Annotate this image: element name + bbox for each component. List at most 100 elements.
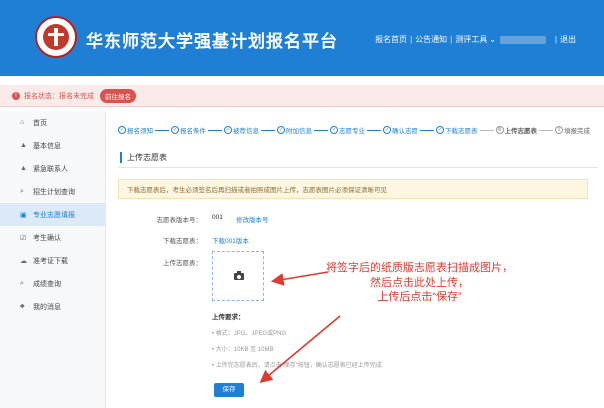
cloud-download-icon: ☁ [20, 257, 27, 265]
sidebar-item-plan-query[interactable]: ⌕ 招生计划查询 [0, 180, 105, 203]
step-conditions[interactable]: ✓ 报名条件 [171, 125, 206, 135]
upload-dropzone[interactable] [212, 251, 264, 301]
save-button[interactable]: 保存 [214, 383, 244, 397]
sidebar-item-label: 招生计划查询 [33, 188, 75, 196]
requirement-size: • 大小：10KB 至 10MB [212, 347, 274, 353]
nav-separator: | [450, 35, 453, 44]
logout-link[interactable]: 退出 [560, 34, 576, 45]
step-connector [479, 129, 494, 131]
sidebar-item-basic-info[interactable]: ▲ 基本信息 [0, 134, 105, 157]
sidebar: ⌂ 首页 ▲ 基本信息 ▲ 紧急联系人 ⌕ 招生计划查询 ▣ 专业志愿填报 ☑ 考生确认 ☁… [0, 111, 106, 408]
sidebar-item-label: 紧急联系人 [33, 165, 68, 173]
sidebar-item-score-query[interactable]: ⌕ 成绩查询 [0, 272, 105, 295]
top-nav: 报名首页 | 公告通知 | 测评工具 ⌄ | 退出 [375, 34, 576, 45]
step-confirm[interactable]: ✓ 确认志愿 [383, 125, 418, 135]
requirement-save-note: • 上传完志愿表后，请点击“保存”按钮，确认志愿表已经上传完成 [212, 363, 382, 369]
chevron-down-icon[interactable]: ⌄ [489, 35, 496, 44]
version-label: 志愿表版本号： [156, 217, 203, 224]
alert-icon: ! [12, 91, 20, 100]
change-version-link[interactable]: 修改版本号 [236, 214, 269, 224]
search-icon: ⌕ [20, 279, 24, 287]
annotation-line: 将签字后的纸质版志愿表扫描成图片， [326, 262, 513, 274]
check-icon: ✓ [436, 126, 444, 134]
download-form-link[interactable]: 下载001版本 [212, 235, 249, 245]
step-connector [314, 129, 328, 131]
nav-separator: | [410, 35, 413, 44]
step-connector [539, 129, 553, 131]
section-title: 上传志愿表 [120, 152, 167, 163]
header-bar: 华东师范大学强基计划报名平台 报名首页 | 公告通知 | 测评工具 ⌄ | 退出 [0, 0, 604, 76]
check-icon: ✓ [277, 126, 285, 134]
user-icon: ▲ [20, 142, 27, 149]
check-icon: ✓ [383, 126, 391, 134]
sidebar-item-label: 专业志愿填报 [33, 211, 75, 219]
step-number-icon: 8 [495, 126, 504, 134]
step-complete[interactable]: 9 填报完成 [555, 125, 590, 135]
divider [118, 167, 598, 168]
step-connector [155, 129, 169, 131]
university-logo [35, 16, 77, 58]
nav-home-link[interactable]: 报名首页 [375, 34, 407, 45]
step-label: 上传志愿表 [504, 128, 538, 135]
sidebar-item-label: 首页 [33, 119, 47, 127]
step-additional-info[interactable]: ✓ 附加信息 [277, 125, 312, 135]
sidebar-item-label: 准考证下载 [33, 257, 68, 265]
search-icon: ⌕ [20, 187, 24, 195]
step-major[interactable]: ✓ 志愿专业 [330, 125, 365, 135]
check-icon: ✓ [330, 126, 338, 134]
annotation-text: 将签字后的纸质版志愿表扫描成图片， 然后点击此处上传， 上传后点击“保存” [326, 261, 513, 305]
form-icon: ▣ [20, 211, 27, 219]
requirement-format: • 格式：JPG、JPEG或PNG [212, 331, 287, 337]
nav-separator: | [554, 35, 557, 44]
version-value: 001 [212, 214, 223, 221]
notice-banner: 下载志愿表后，考生必须签名后再扫描或者拍照成图片上传，志愿表图片必须保证清晰可见 [118, 179, 588, 199]
sidebar-item-label: 基本信息 [33, 142, 61, 150]
sidebar-item-admission-ticket[interactable]: ☁ 准考证下载 [0, 249, 105, 272]
status-bar: ! 报名状态：报名未完成 前往报名 [0, 85, 604, 107]
go-register-button[interactable]: 前往报名 [100, 88, 136, 103]
step-recommended-info[interactable]: ✓ 被荐信息 [224, 125, 259, 135]
step-number-icon: 9 [555, 126, 563, 134]
sidebar-item-messages[interactable]: ♣ 我的消息 [0, 295, 105, 318]
sidebar-item-label: 我的消息 [33, 303, 61, 311]
step-connector [261, 129, 275, 131]
sidebar-item-label: 考生确认 [33, 234, 61, 242]
requirements-title: 上传要求： [212, 314, 245, 321]
step-label: 填报完成 [564, 128, 590, 135]
progress-steps: ✓ 报名须知 ✓ 报名条件 ✓ 被荐信息 ✓ 附加信息 ✓ 志愿专业 ✓ 确认志愿 ✓ 下载志… [118, 125, 598, 135]
step-connector [208, 129, 222, 131]
step-connector [367, 129, 381, 131]
site-title: 华东师范大学强基计划报名平台 [86, 32, 338, 51]
user-icon: ▲ [20, 165, 27, 172]
main-content: ✓ 报名须知 ✓ 报名条件 ✓ 被荐信息 ✓ 附加信息 ✓ 志愿专业 ✓ 确认志愿 ✓ 下载志… [106, 111, 604, 408]
bell-icon: ♣ [20, 303, 25, 310]
step-label: 报名条件 [180, 128, 206, 135]
download-label: 下载志愿表： [163, 238, 202, 245]
sidebar-item-candidate-confirm[interactable]: ☑ 考生确认 [0, 226, 105, 249]
step-label: 被荐信息 [233, 128, 259, 135]
sidebar-item-label: 成绩查询 [33, 280, 61, 288]
sidebar-item-emergency-contact[interactable]: ▲ 紧急联系人 [0, 157, 105, 180]
sidebar-item-home[interactable]: ⌂ 首页 [0, 111, 105, 134]
upload-label: 上传志愿表： [163, 260, 202, 267]
step-label: 确认志愿 [392, 128, 418, 135]
annotation-line: 上传后点击“保存” [377, 291, 462, 303]
check-icon: ✓ [171, 126, 179, 134]
status-text: 报名状态：报名未完成 [24, 92, 94, 100]
nav-notice-link[interactable]: 公告通知 [415, 34, 447, 45]
check-icon: ✓ [118, 126, 126, 134]
step-label: 附加信息 [286, 128, 312, 135]
annotation-line: 然后点击此处上传， [370, 276, 469, 289]
step-notice[interactable]: ✓ 报名须知 [118, 125, 153, 135]
step-download[interactable]: ✓ 下载志愿表 [436, 125, 478, 135]
check-icon: ✓ [224, 126, 232, 134]
step-label: 志愿专业 [339, 128, 365, 135]
step-label: 报名须知 [127, 128, 153, 135]
checkbox-icon: ☑ [20, 234, 27, 242]
user-name-blurred [499, 35, 546, 44]
home-icon: ⌂ [20, 119, 25, 126]
step-upload[interactable]: 8 上传志愿表 [495, 125, 538, 135]
nav-tools-dropdown[interactable]: 测评工具 [455, 34, 487, 45]
step-connector [420, 129, 434, 131]
sidebar-item-major-choice[interactable]: ▣ 专业志愿填报 [0, 203, 105, 226]
